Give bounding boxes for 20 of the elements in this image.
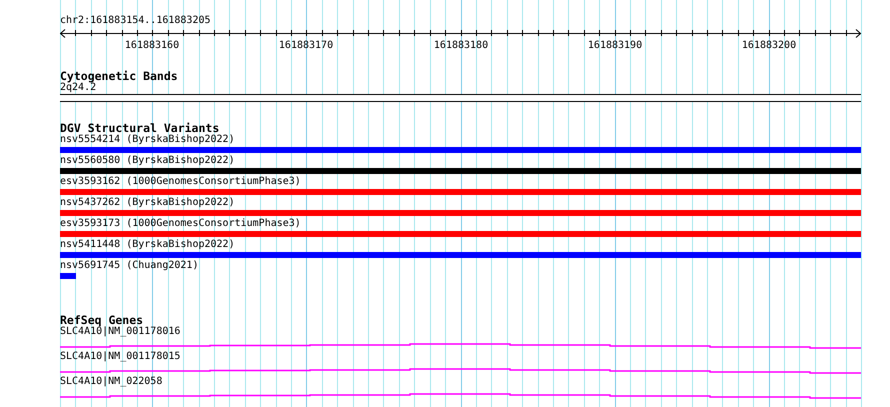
band-label: 2q24.2 xyxy=(60,82,96,94)
variant-label: nsv5560580 (ByrskaBishop2022) xyxy=(60,155,235,167)
gene-label: SLC4A10|NM_001178016 xyxy=(60,326,180,338)
region-label: chr2:161883154..161883205 xyxy=(60,14,211,27)
tick-label: 161883190 xyxy=(588,40,642,52)
tick-label: 161883160 xyxy=(124,40,180,52)
variant-label: nsv5691745 (Chuang2021) xyxy=(60,260,198,272)
variant-label: nsv5437262 (ByrskaBishop2022) xyxy=(60,197,235,209)
gene-label: SLC4A10|NM_022058 xyxy=(60,376,162,388)
gene-label: SLC4A10|NM_001178015 xyxy=(60,351,180,363)
tick-label: 161883180 xyxy=(434,40,488,52)
variant-label: esv3593173 (1000GenomesConsortiumPhase3) xyxy=(60,218,301,230)
track-title: DGV Structural Variants xyxy=(60,122,220,134)
variant-label: esv3593162 (1000GenomesConsortiumPhase3) xyxy=(60,176,301,188)
variant-label: nsv5411448 (ByrskaBishop2022) xyxy=(60,239,235,251)
variant-label: nsv5554214 (ByrskaBishop2022) xyxy=(60,134,235,146)
track-title: Cytogenetic Bands xyxy=(60,70,178,82)
track-title: RefSeq Genes xyxy=(60,314,144,326)
tick-label: 161883170 xyxy=(278,40,334,52)
tick-label: 161883200 xyxy=(742,40,796,52)
